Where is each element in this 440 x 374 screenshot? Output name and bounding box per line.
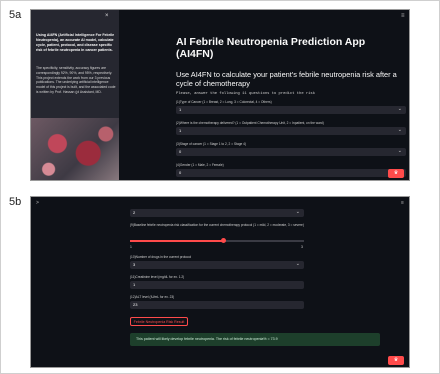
select-value: 2 xyxy=(133,210,136,215)
main-menu-icon[interactable]: ≡ xyxy=(401,200,404,206)
page-subtitle: Use AI4FN to calculate your patient's fe… xyxy=(176,70,397,88)
select-value: 1 xyxy=(179,107,182,112)
chevron-down-icon: ⌄ xyxy=(295,209,300,215)
predict-risk-button[interactable]: Febrile Neutropenia Risk Result xyxy=(130,317,188,326)
drug-count-select[interactable]: 3 ⌄ xyxy=(130,261,304,269)
select-value: 0 xyxy=(179,149,182,154)
select-value: 3 xyxy=(133,262,136,267)
instruction-text: Please, answer the following 11 question… xyxy=(176,92,315,96)
close-sidebar-icon[interactable]: × xyxy=(105,13,109,19)
sidebar-title: Using AI4FN (Artificial Intelligence For… xyxy=(36,33,115,52)
question-label: (4)Gender (1 = Male, 2 = Female) xyxy=(176,163,224,167)
previous-question-select[interactable]: 2 ⌄ xyxy=(130,209,304,217)
question-label: (3)Stage of cancer (1 = Stage 1 to 2, 2 … xyxy=(176,142,246,146)
alt-input[interactable]: 23 xyxy=(130,301,304,309)
chevron-down-icon: ⌄ xyxy=(295,261,300,267)
cancer-type-select[interactable]: 1 ⌄ xyxy=(176,106,406,114)
chevron-down-icon: ⌄ xyxy=(397,148,402,154)
chevron-down-icon: ⌄ xyxy=(397,106,402,112)
figure-page: 5a 5b × Using AI4FN (Artificial Intellig… xyxy=(0,0,440,374)
slider-fill xyxy=(130,240,224,242)
sidebar-description: The specificity, sensitivity, accuracy f… xyxy=(36,66,116,94)
question-label: (10)Number of drugs in the current proto… xyxy=(130,255,192,259)
crown-icon[interactable]: ♛ xyxy=(388,356,404,365)
slider-label: (9)Baseline febrile neutropenia risk cla… xyxy=(130,223,304,227)
input-value: 23 xyxy=(133,302,138,307)
question-label: (11)Creatinine level (mg/dL for ex. 1.2) xyxy=(130,275,185,279)
input-value: 1 xyxy=(133,282,136,287)
prediction-result-text: This patient will likely develop febrile… xyxy=(136,337,278,341)
creatinine-input[interactable]: 1 xyxy=(130,281,304,289)
slider-min-label: 1 xyxy=(130,245,132,249)
page-title: AI Febrile Neutropenia Prediction App (A… xyxy=(176,36,366,60)
risk-class-slider[interactable] xyxy=(130,238,304,243)
main-content: AI Febrile Neutropenia Prediction App (A… xyxy=(131,10,409,180)
expand-sidebar-icon[interactable]: > xyxy=(36,200,39,206)
select-value: 1 xyxy=(179,128,182,133)
prediction-result-alert: This patient will likely develop febrile… xyxy=(130,333,380,346)
slider-handle[interactable] xyxy=(221,238,227,243)
question-label: (12)ALT level (IU/mL for ex. 23) xyxy=(130,295,175,299)
cancer-stage-select[interactable]: 0 ⌄ xyxy=(176,148,406,156)
panel-label-a: 5a xyxy=(9,9,22,21)
delivery-setting-select[interactable]: 1 ⌄ xyxy=(176,127,406,135)
blood-cells-image xyxy=(31,118,119,180)
select-value: 0 xyxy=(179,170,182,175)
gender-select[interactable]: 0⌄ xyxy=(176,169,406,177)
slider-max-label: 3 xyxy=(301,245,303,249)
crown-icon[interactable]: ♛ xyxy=(388,169,404,178)
sidebar: × Using AI4FN (Artificial Intelligence F… xyxy=(31,10,119,180)
app-screenshot-b: > ≡ 2 ⌄ (9)Baseline febrile neutropenia r… xyxy=(30,196,410,368)
question-label: (1)Type of Cancer (1 = Breast, 2 = Lung,… xyxy=(176,100,272,104)
chevron-down-icon: ⌄ xyxy=(397,127,402,133)
app-screenshot-a: × Using AI4FN (Artificial Intelligence F… xyxy=(30,9,410,181)
panel-label-b: 5b xyxy=(9,196,22,208)
question-label: (2)Where is the chemotherapy delivered? … xyxy=(176,121,324,125)
